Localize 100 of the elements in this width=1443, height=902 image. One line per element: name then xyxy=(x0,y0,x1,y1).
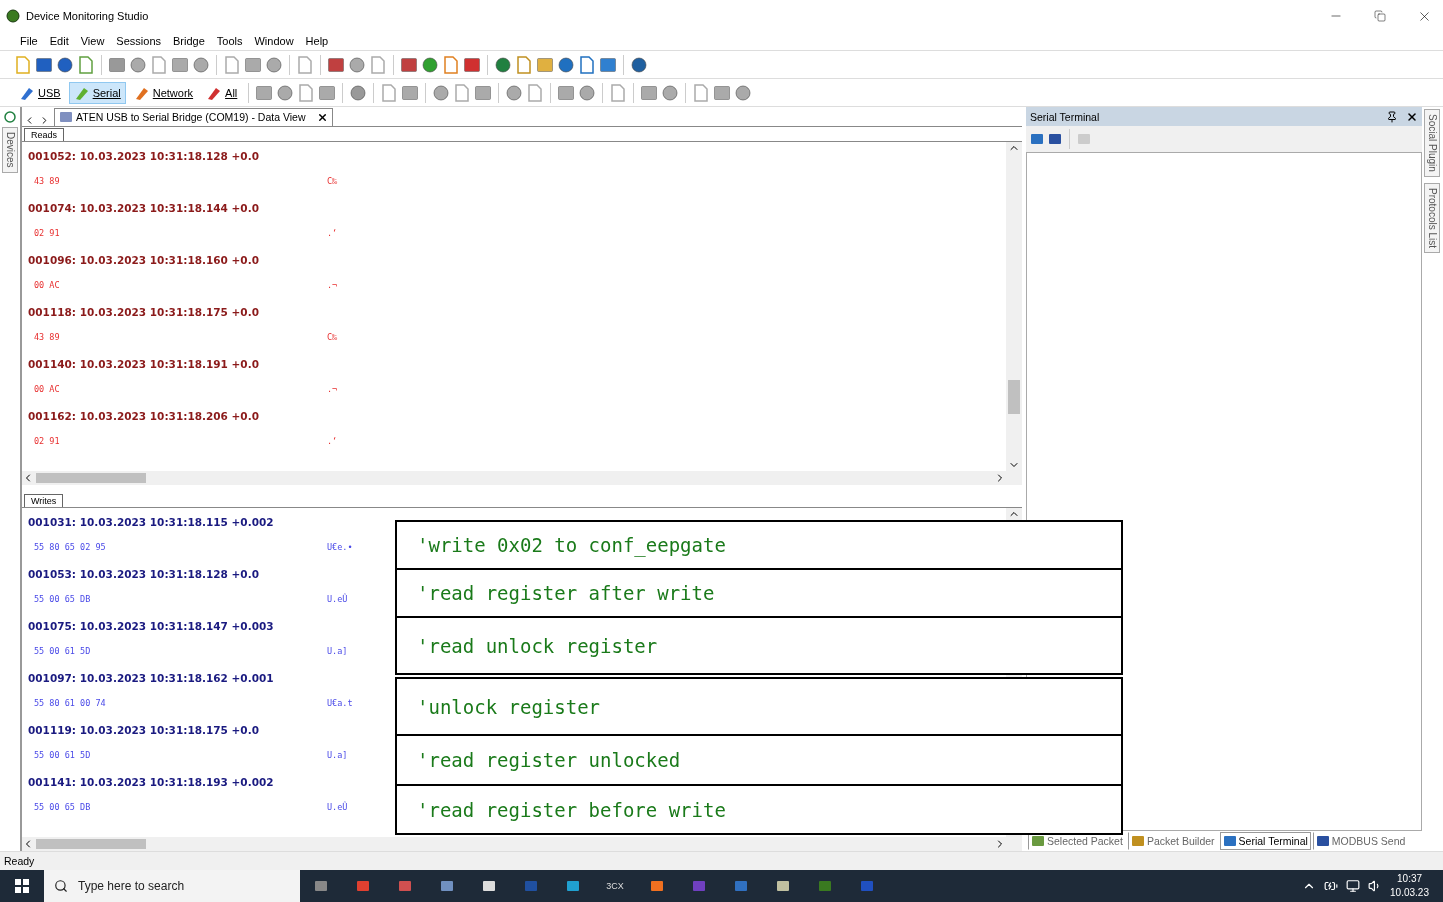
horizontal-scrollbar[interactable] xyxy=(22,837,1022,851)
document-icon[interactable] xyxy=(609,83,628,102)
document-icon[interactable] xyxy=(692,83,711,102)
window-icon[interactable] xyxy=(536,55,554,74)
packet-header: 001052: 10.03.2023 10:31:18.128 +0.0 xyxy=(28,149,259,162)
hex-bytes: 55 00 61 5D xyxy=(34,645,91,656)
window-icon[interactable] xyxy=(713,83,732,102)
circle-icon[interactable] xyxy=(276,83,295,102)
panel-tab[interactable]: Serial Terminal xyxy=(1219,832,1311,850)
document-icon[interactable] xyxy=(223,55,241,74)
window-icon[interactable] xyxy=(318,83,337,102)
document-icon[interactable] xyxy=(150,55,168,74)
circle-icon[interactable] xyxy=(56,55,74,74)
comment-line: 'unlock register xyxy=(397,679,1121,736)
document-icon[interactable] xyxy=(380,83,399,102)
menu-item[interactable]: Bridge xyxy=(167,35,211,47)
window-title: Device Monitoring Studio xyxy=(26,10,150,22)
clock[interactable]: 10:37 10.03.23 xyxy=(1390,872,1429,900)
circle-icon[interactable] xyxy=(661,83,680,102)
window-icon[interactable] xyxy=(244,55,262,74)
app-icon xyxy=(692,879,706,893)
device-filter-button[interactable]: All xyxy=(201,81,243,104)
circle-icon[interactable] xyxy=(734,83,753,102)
window-icon[interactable] xyxy=(640,83,659,102)
taskbar-app[interactable]: 3CX xyxy=(594,870,636,902)
window-icon[interactable] xyxy=(255,83,274,102)
menu-item[interactable]: Window xyxy=(248,35,300,47)
window-icon[interactable] xyxy=(463,55,481,74)
side-tab[interactable]: Devices xyxy=(2,127,18,173)
document-icon[interactable] xyxy=(369,55,387,74)
tab-close-icon[interactable] xyxy=(316,111,328,123)
pin-icon[interactable] xyxy=(1386,110,1398,123)
window-icon[interactable] xyxy=(35,55,53,74)
pane-tab[interactable]: Reads xyxy=(24,127,64,141)
document-icon[interactable] xyxy=(578,55,596,74)
horizontal-scrollbar[interactable] xyxy=(22,470,1022,485)
clock-date: 10.03.23 xyxy=(1390,886,1429,900)
scrollbar-thumb[interactable] xyxy=(36,839,146,849)
side-tab[interactable]: Social Plugin xyxy=(1424,109,1440,177)
scrollbar-thumb[interactable] xyxy=(1008,379,1020,414)
circle-icon[interactable] xyxy=(630,55,648,74)
window-icon[interactable] xyxy=(557,83,576,102)
menu-item[interactable]: View xyxy=(74,35,111,47)
ascii-text: .¬ xyxy=(327,279,338,292)
menu-item[interactable]: Edit xyxy=(43,35,75,47)
circle-icon[interactable] xyxy=(349,83,368,102)
panel-tab[interactable]: MODBUS Send xyxy=(1312,832,1409,850)
packet-header: 001075: 10.03.2023 10:31:18.147 +0.003 xyxy=(28,619,274,632)
circle-icon[interactable] xyxy=(557,55,575,74)
search-field[interactable]: Type here to search xyxy=(76,878,220,894)
app-icon xyxy=(524,879,538,893)
circle-icon[interactable] xyxy=(129,55,147,74)
device-filter-button[interactable]: Network xyxy=(128,81,199,104)
menu-item[interactable]: Sessions xyxy=(110,35,167,47)
device-filter-button[interactable]: USB xyxy=(14,81,66,104)
scrollbar-thumb[interactable] xyxy=(36,472,146,483)
pane-tab[interactable]: Writes xyxy=(24,493,64,507)
window-icon[interactable] xyxy=(400,55,418,74)
window-icon[interactable] xyxy=(108,55,126,74)
document-icon[interactable] xyxy=(453,83,472,102)
document-icon[interactable] xyxy=(296,55,314,74)
network-icon[interactable] xyxy=(1346,879,1361,893)
circle-icon[interactable] xyxy=(578,83,597,102)
ascii-text: .¬ xyxy=(327,383,338,396)
circle-icon[interactable] xyxy=(432,83,451,102)
close-icon[interactable] xyxy=(1406,110,1418,123)
comment-line: 'read register after write xyxy=(397,570,1121,618)
packet-header: 001096: 10.03.2023 10:31:18.160 +0.0 xyxy=(28,253,259,266)
panel-tab[interactable]: Packet Builder xyxy=(1127,832,1218,850)
packet-header: 001074: 10.03.2023 10:31:18.144 +0.0 xyxy=(28,201,259,214)
menu-item[interactable]: File xyxy=(14,35,44,47)
side-tab[interactable]: Protocols List xyxy=(1424,182,1440,253)
document-icon[interactable] xyxy=(297,83,316,102)
battery-icon[interactable] xyxy=(1324,879,1339,893)
window-icon[interactable] xyxy=(599,55,617,74)
circle-icon[interactable] xyxy=(265,55,283,74)
menu-item[interactable]: Help xyxy=(299,35,335,47)
search-box[interactable]: Type here to search xyxy=(44,870,300,902)
document-icon[interactable] xyxy=(526,83,545,102)
circle-icon[interactable] xyxy=(494,55,512,74)
close-circle-icon[interactable] xyxy=(4,111,16,123)
app-icon xyxy=(860,879,874,893)
packet-header: 001118: 10.03.2023 10:31:18.175 +0.0 xyxy=(28,305,259,318)
menu-item[interactable]: Tools xyxy=(210,35,249,47)
window-icon[interactable] xyxy=(474,83,493,102)
window-icon[interactable] xyxy=(327,55,345,74)
window-icon[interactable] xyxy=(401,83,420,102)
document-tab[interactable]: ATEN USB to Serial Bridge (COM19) - Data View xyxy=(54,107,333,126)
packet-header: 001097: 10.03.2023 10:31:18.162 +0.001 xyxy=(28,671,274,684)
circle-icon[interactable] xyxy=(348,55,366,74)
comment-line: 'read unlock register xyxy=(416,633,659,659)
window-icon[interactable] xyxy=(171,55,189,74)
circle-icon[interactable] xyxy=(505,83,524,102)
device-filter-button[interactable]: Serial xyxy=(68,81,126,104)
vertical-scrollbar[interactable] xyxy=(1006,141,1022,471)
document-icon[interactable] xyxy=(442,55,460,74)
circle-icon[interactable] xyxy=(192,55,210,74)
document-icon[interactable] xyxy=(515,55,533,74)
circle-icon[interactable] xyxy=(421,55,439,74)
app-icon xyxy=(356,879,370,893)
